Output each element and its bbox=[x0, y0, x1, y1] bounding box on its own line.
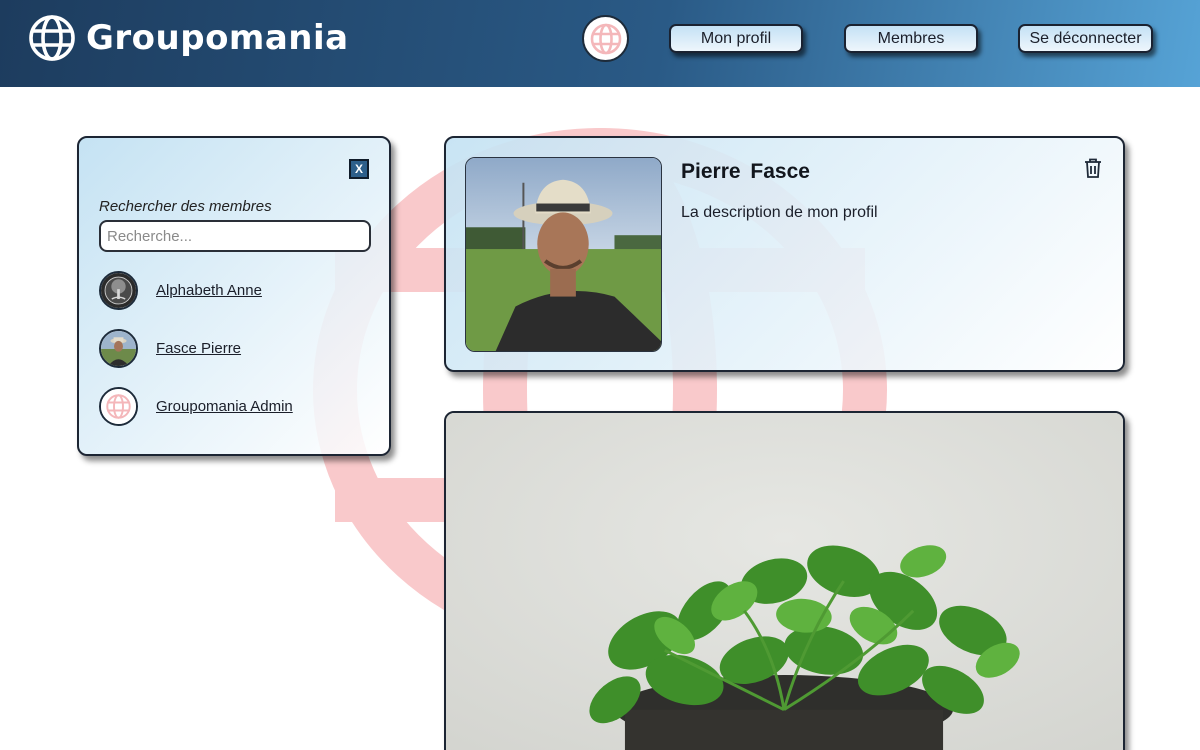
post-image-basil-plant bbox=[446, 413, 1123, 750]
profile-card: Pierre Fasce La description de mon profi… bbox=[444, 136, 1125, 372]
member-item-groupomania-admin[interactable]: Groupomania Admin bbox=[99, 387, 293, 426]
my-profile-button[interactable]: Mon profil bbox=[669, 24, 803, 53]
globe-avatar-icon bbox=[101, 389, 136, 424]
photo-avatar-icon bbox=[101, 331, 136, 366]
tree-avatar-icon bbox=[101, 273, 136, 308]
member-item-fasce-pierre[interactable]: Fasce Pierre bbox=[99, 329, 241, 368]
members-search-panel: X Rechercher des membres Alphabeth Anne bbox=[77, 136, 391, 456]
profile-description: La description de mon profil bbox=[681, 204, 878, 221]
globe-icon bbox=[590, 23, 621, 54]
member-name[interactable]: Fasce Pierre bbox=[156, 340, 241, 357]
top-header: Groupomania Mon profil Membres Se déconn… bbox=[0, 0, 1200, 87]
trash-icon[interactable] bbox=[1083, 157, 1103, 179]
brand-name: Groupomania bbox=[86, 18, 349, 58]
avatar bbox=[99, 387, 138, 426]
globe-icon bbox=[29, 15, 75, 61]
member-name[interactable]: Alphabeth Anne bbox=[156, 282, 262, 299]
avatar bbox=[99, 329, 138, 368]
post-card bbox=[444, 411, 1125, 750]
logout-button[interactable]: Se déconnecter bbox=[1018, 24, 1153, 53]
profile-photo bbox=[465, 157, 662, 352]
member-search-input[interactable] bbox=[99, 220, 371, 252]
brand-logo[interactable]: Groupomania bbox=[28, 14, 349, 62]
profile-name: Pierre Fasce bbox=[681, 160, 810, 183]
member-item-alphabeth-anne[interactable]: Alphabeth Anne bbox=[99, 271, 262, 310]
profile-photo-image bbox=[466, 158, 661, 351]
close-icon[interactable]: X bbox=[349, 159, 369, 179]
user-avatar[interactable] bbox=[582, 15, 629, 62]
avatar bbox=[99, 271, 138, 310]
member-name[interactable]: Groupomania Admin bbox=[156, 398, 293, 415]
search-label: Rechercher des membres bbox=[99, 198, 272, 215]
members-button[interactable]: Membres bbox=[844, 24, 978, 53]
